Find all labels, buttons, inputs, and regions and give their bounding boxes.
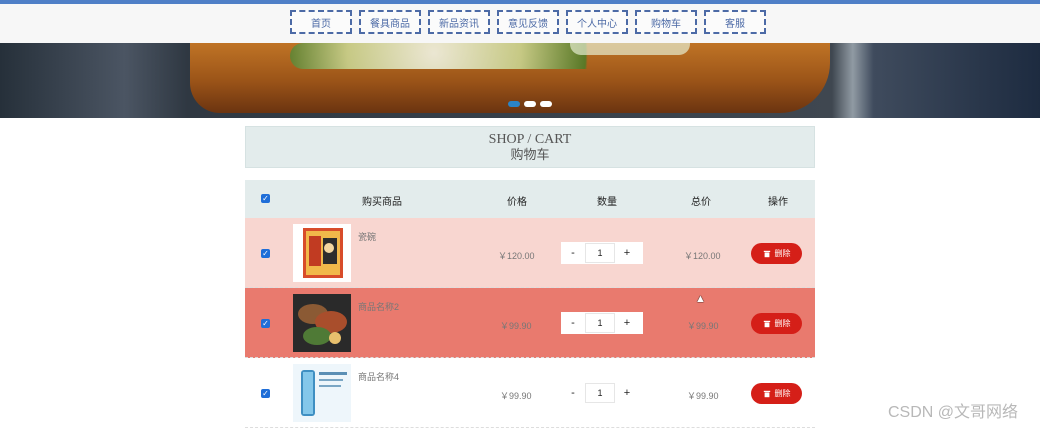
carousel-dot-1[interactable] (508, 101, 520, 107)
carousel-dots (508, 101, 552, 107)
quantity-input[interactable]: 1 (585, 243, 615, 263)
delete-label: 删除 (774, 249, 791, 258)
product-name[interactable]: 瓷碗 (358, 230, 376, 243)
watermark: CSDN @文哥网络 (888, 404, 1019, 421)
delete-button[interactable]: 删除 (751, 313, 802, 334)
check-icon: ✓ (262, 389, 269, 398)
header-action: 操作 (768, 197, 788, 208)
cart-table: ✓ 购买商品 价格 数量 总价 操作 ✓ 瓷碗 ￥120.00 - 1 + ￥1… (245, 180, 815, 428)
nav-home[interactable]: 首页 (290, 10, 352, 34)
nav-service[interactable]: 客服 (704, 10, 766, 34)
table-header: ✓ 购买商品 价格 数量 总价 操作 (245, 180, 815, 218)
delete-label: 删除 (774, 319, 791, 328)
quantity-stepper: - 1 + (561, 382, 643, 404)
quantity-plus-button[interactable]: + (615, 247, 639, 259)
quantity-stepper: - 1 + (561, 242, 643, 264)
quantity-plus-button[interactable]: + (615, 317, 639, 329)
table-row: ✓ 商品名称4 ￥99.90 - 1 + ￥99.90 删除 (245, 358, 815, 428)
header-product: 购买商品 (362, 197, 402, 208)
quantity-stepper: - 1 + (561, 312, 643, 334)
trash-icon (763, 390, 770, 397)
nav-products[interactable]: 餐具商品 (359, 10, 421, 34)
product-image-bottle (293, 364, 351, 422)
nav-menu: 首页 餐具商品 新品资讯 意见反馈 个人中心 购物车 客服 (290, 10, 766, 34)
product-total: ￥99.90 (687, 321, 719, 331)
nav-feedback[interactable]: 意见反馈 (497, 10, 559, 34)
product-price: ￥120.00 (498, 251, 535, 261)
carousel-dot-2[interactable] (524, 101, 536, 107)
delete-label: 删除 (774, 389, 791, 398)
check-icon: ✓ (262, 194, 269, 203)
row-checkbox[interactable]: ✓ (261, 389, 270, 398)
select-all-checkbox[interactable]: ✓ (261, 194, 270, 203)
quantity-input[interactable]: 1 (585, 313, 615, 333)
check-icon: ✓ (262, 319, 269, 328)
product-price: ￥99.90 (500, 321, 532, 331)
nav-news[interactable]: 新品资讯 (428, 10, 490, 34)
product-price: ￥99.90 (500, 391, 532, 401)
nav-cart[interactable]: 购物车 (635, 10, 697, 34)
trash-icon (763, 320, 770, 327)
top-navbar: 首页 餐具商品 新品资讯 意见反馈 个人中心 购物车 客服 (0, 4, 1040, 43)
quantity-minus-button[interactable]: - (561, 387, 585, 399)
delete-button[interactable]: 删除 (751, 383, 802, 404)
table-row: ✓ 商品名称2 ￥99.90 - 1 + ￥99.90 删除 (245, 288, 815, 358)
quantity-minus-button[interactable]: - (561, 317, 585, 329)
cart-title-en: SHOP / CART (488, 132, 572, 147)
product-name[interactable]: 商品名称4 (358, 370, 399, 383)
product-image-book (293, 224, 351, 282)
quantity-minus-button[interactable]: - (561, 247, 585, 259)
delete-button[interactable]: 删除 (751, 243, 802, 264)
product-total: ￥99.90 (687, 391, 719, 401)
header-price: 价格 (507, 197, 527, 208)
trash-icon (763, 250, 770, 257)
header-quantity: 数量 (597, 197, 617, 208)
table-row: ✓ 瓷碗 ￥120.00 - 1 + ￥120.00 删除 (245, 218, 815, 288)
carousel-dot-3[interactable] (540, 101, 552, 107)
product-image-food (293, 294, 351, 352)
quantity-input[interactable]: 1 (585, 383, 615, 403)
header-total: 总价 (691, 197, 711, 208)
check-icon: ✓ (262, 249, 269, 258)
mouse-pointer-icon: ▲ (695, 293, 706, 305)
cart-title-cn: 购物车 (510, 147, 550, 162)
nav-user-center[interactable]: 个人中心 (566, 10, 628, 34)
row-checkbox[interactable]: ✓ (261, 249, 270, 258)
product-name[interactable]: 商品名称2 (358, 300, 399, 313)
quantity-plus-button[interactable]: + (615, 387, 639, 399)
row-checkbox[interactable]: ✓ (261, 319, 270, 328)
product-total: ￥120.00 (684, 251, 721, 261)
cart-title-box: SHOP / CART 购物车 (245, 126, 815, 168)
